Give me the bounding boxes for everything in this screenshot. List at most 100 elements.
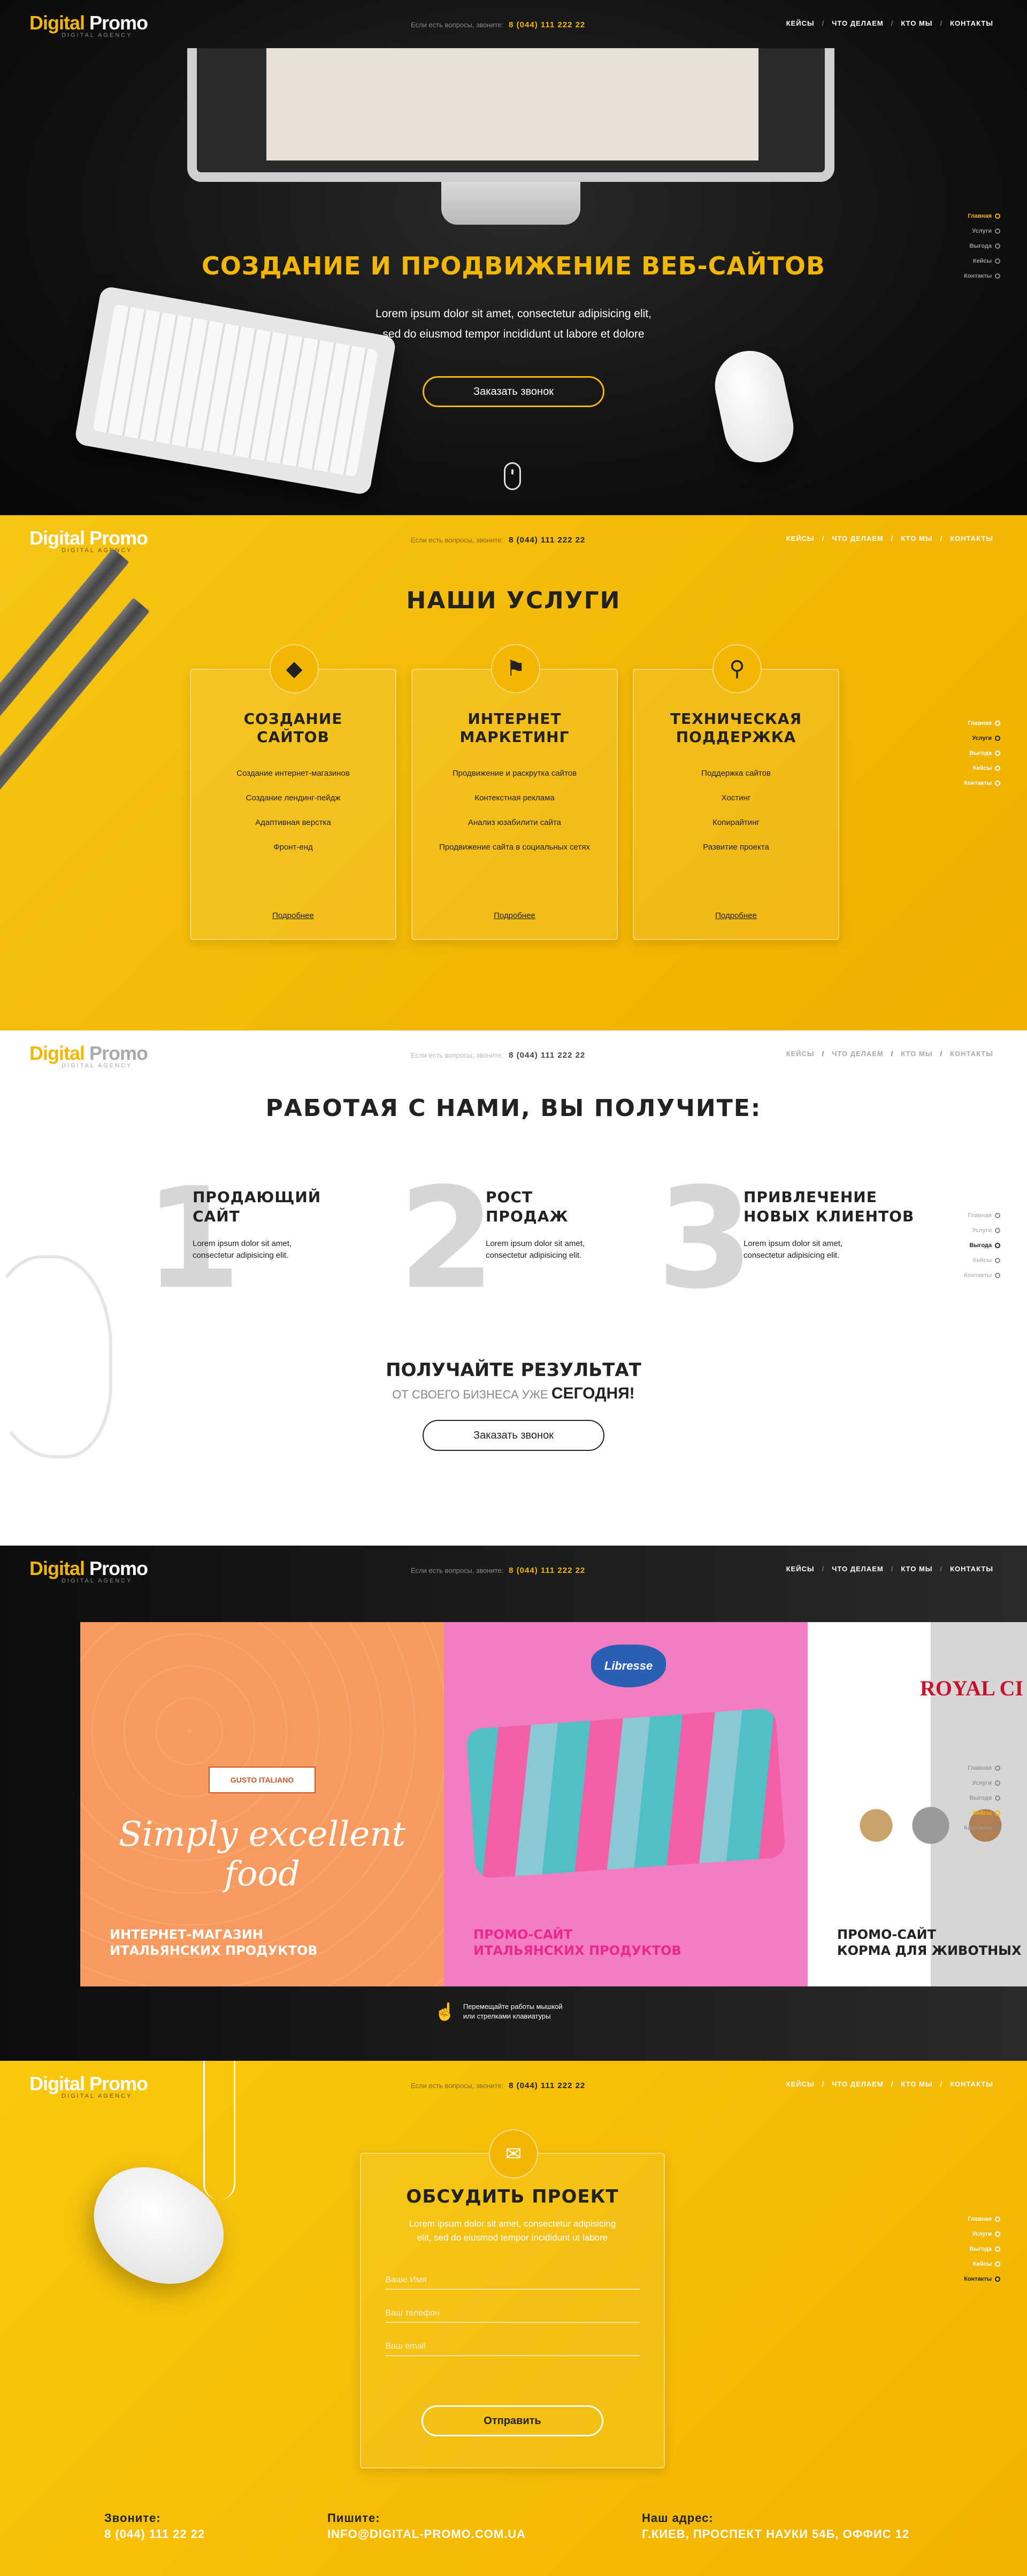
nav-what-we-do[interactable]: ЧТО ДЕЛАЕМ xyxy=(827,2080,887,2088)
nav-cases[interactable]: КЕЙСЫ xyxy=(782,534,819,542)
nav-contacts[interactable]: КОНТАКТЫ xyxy=(946,19,998,27)
sidenav-contacts[interactable]: Контакты xyxy=(964,2276,1000,2282)
nav-what-we-do[interactable]: ЧТО ДЕЛАЕМ xyxy=(827,19,887,27)
cases-slider[interactable]: GUSTO ITALIANO Simply excellent food ИНТ… xyxy=(80,1622,1027,1986)
sidenav-home[interactable]: Главная xyxy=(968,2216,1000,2222)
nav-cases[interactable]: КЕЙСЫ xyxy=(782,2080,819,2088)
sidenav-benefits[interactable]: Выгода xyxy=(970,243,1000,249)
sidenav-cases[interactable]: Кейсы xyxy=(973,765,1000,771)
more-link[interactable]: Подробнее xyxy=(191,911,395,920)
case-card-italian-food[interactable]: GUSTO ITALIANO Simply excellent food ИНТ… xyxy=(80,1622,444,1986)
sidenav-cases[interactable]: Кейсы xyxy=(973,1810,1000,1816)
logo-word-1: Digital xyxy=(29,1557,85,1579)
more-link[interactable]: Подробнее xyxy=(412,911,617,920)
order-call-button[interactable]: Заказать звонок xyxy=(423,1420,604,1451)
sidenav-home[interactable]: Главная xyxy=(968,1765,1000,1771)
phone-number[interactable]: 8 (044) 111 222 22 xyxy=(509,2081,585,2090)
libresse-logo: Libresse xyxy=(591,1645,666,1687)
nav-contacts[interactable]: КОНТАКТЫ xyxy=(946,2080,998,2088)
contact-section: Digital Promo DIGITAL AGENCY Если есть в… xyxy=(0,2061,1027,2576)
nav-what-we-do[interactable]: ЧТО ДЕЛАЕМ xyxy=(827,534,887,542)
benefit-text: consectetur adipisicing elit. xyxy=(193,1251,289,1260)
nav-contacts[interactable]: КОНТАКТЫ xyxy=(946,534,998,542)
nav-cases[interactable]: КЕЙСЫ xyxy=(782,19,819,27)
sidenav-label: Кейсы xyxy=(972,2261,992,2267)
phone-number[interactable]: 8 (044) 111 222 22 xyxy=(509,1051,585,1060)
sidenav-cases[interactable]: Кейсы xyxy=(973,2261,1000,2267)
sidenav-services[interactable]: Услуги xyxy=(972,2231,1000,2237)
phone-number[interactable]: 8 (044) 111 222 22 xyxy=(509,1566,585,1575)
sidenav-benefits[interactable]: Выгода xyxy=(970,750,1000,756)
sidenav-services[interactable]: Услуги xyxy=(972,228,1000,234)
sidenav-label: Контакты xyxy=(964,780,992,786)
case-card-libresse[interactable]: Libresse ПРОМО-САЙТ ИТАЛЬЯНСКИХ ПРОДУКТОВ xyxy=(444,1622,808,1986)
nav-contacts[interactable]: КОНТАКТЫ xyxy=(946,1050,998,1058)
sidenav-services[interactable]: Услуги xyxy=(972,1780,1000,1786)
contact-intro: Lorem ipsum dolor sit amet, consectetur … xyxy=(361,2217,664,2245)
phone-field[interactable] xyxy=(385,2290,640,2323)
sidenav-cases[interactable]: Кейсы xyxy=(973,1257,1000,1264)
nav-what-we-do[interactable]: ЧТО ДЕЛАЕМ xyxy=(827,1050,887,1058)
sidenav-benefits[interactable]: Выгода xyxy=(970,1795,1000,1801)
name-field[interactable] xyxy=(385,2257,640,2290)
phone-number[interactable]: 8 (044) 111 222 22 xyxy=(509,536,585,545)
submit-button[interactable]: Отправить xyxy=(421,2405,603,2436)
sidenav-contacts[interactable]: Контакты xyxy=(964,1272,1000,1279)
nav-separator: / xyxy=(822,1565,825,1573)
hero-title: СОЗДАНИЕ И ПРОДВИЖЕНИЕ ВЕБ-САЙТОВ xyxy=(201,251,826,280)
drag-hint: ☝ Перемещайте работы мышкой или стрелками… xyxy=(434,2002,563,2021)
logo[interactable]: Digital Promo DIGITAL AGENCY xyxy=(29,1557,148,1584)
logo[interactable]: Digital Promo DIGITAL AGENCY xyxy=(29,527,148,554)
footer-call-value[interactable]: 8 (044) 111 22 22 xyxy=(104,2526,205,2542)
logo[interactable]: Digital Promo DIGITAL AGENCY xyxy=(29,2073,148,2099)
dot-icon xyxy=(995,766,1000,771)
logo[interactable]: Digital Promo DIGITAL AGENCY xyxy=(29,1042,148,1069)
dot-icon xyxy=(995,2246,1000,2252)
case-script: Simply excellent food xyxy=(118,1815,406,1894)
side-dot-nav: Главная Услуги Выгода Кейсы Контакты xyxy=(964,213,1000,279)
case-caption: ПРОМО-САЙТ КОРМА ДЛЯ ЖИВОТНЫХ xyxy=(837,1927,1022,1959)
logo[interactable]: Digital Promo DIGITAL AGENCY xyxy=(29,12,148,39)
order-call-button[interactable]: Заказать звонок xyxy=(423,376,604,407)
earphones-image xyxy=(0,1255,112,1458)
nav-who-we-are[interactable]: КТО МЫ xyxy=(896,19,937,27)
sidenav-benefits[interactable]: Выгода xyxy=(970,1242,1000,1249)
header: Digital Promo DIGITAL AGENCY Если есть в… xyxy=(0,2061,1027,2109)
nav-who-we-are[interactable]: КТО МЫ xyxy=(896,534,937,542)
benefit-text: Lorem ipsum dolor sit amet, xyxy=(744,1239,843,1248)
nav-contacts[interactable]: КОНТАКТЫ xyxy=(946,1565,998,1573)
nav-who-we-are[interactable]: КТО МЫ xyxy=(896,1050,937,1058)
sidenav-services[interactable]: Услуги xyxy=(972,1227,1000,1234)
sidenav-contacts[interactable]: Контакты xyxy=(964,1825,1000,1831)
nav-who-we-are[interactable]: КТО МЫ xyxy=(896,1565,937,1573)
nav-who-we-are[interactable]: КТО МЫ xyxy=(896,2080,937,2088)
sidenav-label: Кейсы xyxy=(972,1257,992,1264)
hand-pointer-icon: ☝ xyxy=(434,2002,456,2021)
monitor-image xyxy=(187,48,834,225)
sidenav-home[interactable]: Главная xyxy=(968,1212,1000,1219)
dot-icon xyxy=(995,1780,1000,1786)
service-item: Поддержка сайтов xyxy=(701,769,771,778)
benefit-text: Lorem ipsum dolor sit amet, xyxy=(486,1239,585,1248)
sidenav-home[interactable]: Главная xyxy=(968,720,1000,727)
sidenav-home[interactable]: Главная xyxy=(968,213,1000,219)
sidenav-services[interactable]: Услуги xyxy=(972,735,1000,742)
header: Digital Promo DIGITAL AGENCY Если есть в… xyxy=(0,515,1027,563)
phone-number[interactable]: 8 (044) 111 222 22 xyxy=(509,20,585,29)
sidenav-contacts[interactable]: Контакты xyxy=(964,780,1000,786)
sidenav-cases[interactable]: Кейсы xyxy=(973,258,1000,264)
sidenav-benefits[interactable]: Выгода xyxy=(970,2246,1000,2252)
footer-write-value[interactable]: INFO@DIGITAL-PROMO.COM.UA xyxy=(327,2526,526,2542)
email-field[interactable] xyxy=(385,2323,640,2356)
nav-cases[interactable]: КЕЙСЫ xyxy=(782,1050,819,1058)
sidenav-contacts[interactable]: Контакты xyxy=(964,273,1000,279)
hero-section: Digital Promo DIGITAL AGENCY Если есть в… xyxy=(0,0,1027,515)
sidenav-label: Услуги xyxy=(972,1780,992,1786)
nav-cases[interactable]: КЕЙСЫ xyxy=(782,1565,819,1573)
card-title: МАРКЕТИНГ xyxy=(459,728,570,746)
scroll-down-icon[interactable] xyxy=(504,462,521,490)
dot-icon xyxy=(995,1228,1000,1233)
nav-what-we-do[interactable]: ЧТО ДЕЛАЕМ xyxy=(827,1565,887,1573)
more-link[interactable]: Подробнее xyxy=(634,911,838,920)
sidenav-label: Выгода xyxy=(969,750,992,756)
